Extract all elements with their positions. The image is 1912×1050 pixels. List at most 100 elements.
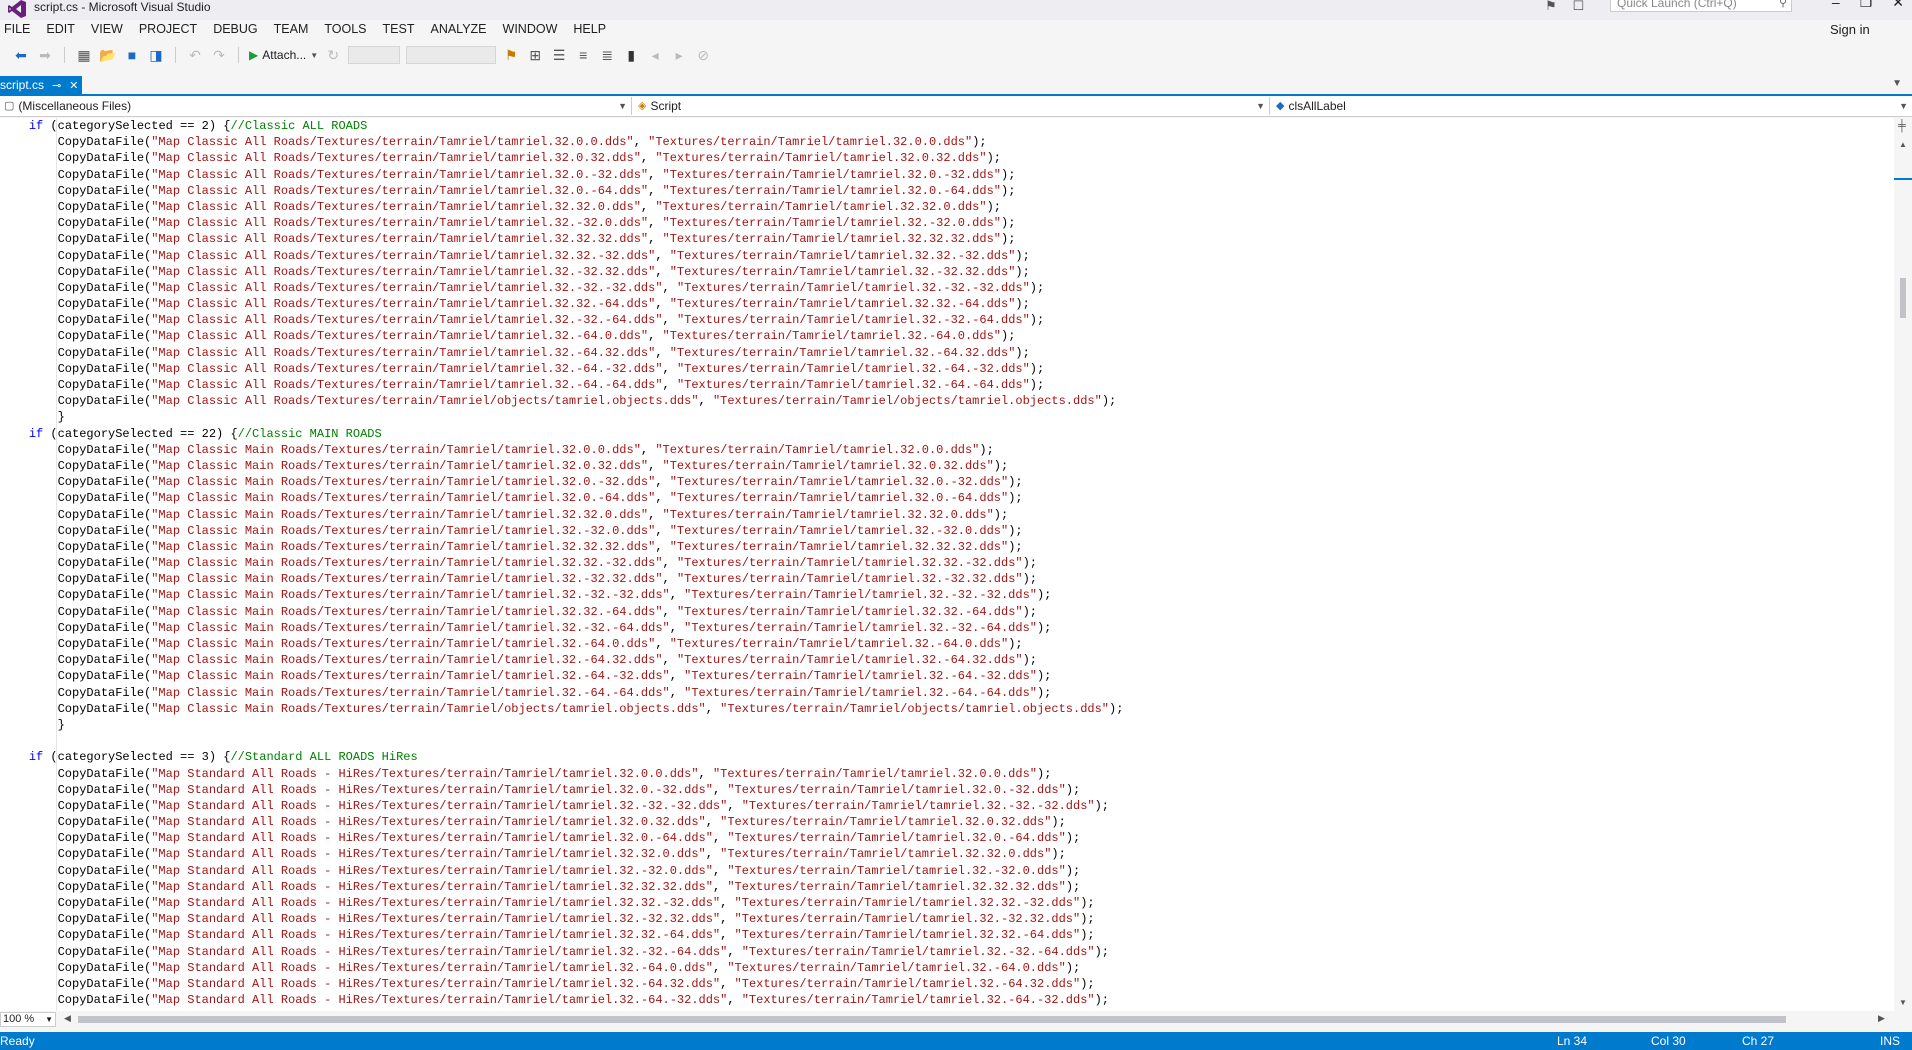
code-line[interactable]: CopyDataFile("Map Classic All Roads/Text… <box>0 167 1123 183</box>
code-line[interactable]: } <box>0 717 1123 733</box>
code-line[interactable]: CopyDataFile("Map Classic All Roads/Text… <box>0 345 1123 361</box>
minimize-button[interactable]: – <box>1832 0 1840 11</box>
code-line[interactable]: CopyDataFile("Map Standard All Roads - H… <box>0 879 1123 895</box>
code-line[interactable]: CopyDataFile("Map Classic All Roads/Text… <box>0 199 1123 215</box>
code-line[interactable]: CopyDataFile("Map Classic All Roads/Text… <box>0 280 1123 296</box>
redo-icon[interactable]: ↷ <box>210 47 228 64</box>
menu-window[interactable]: WINDOW <box>495 20 566 40</box>
scroll-left-icon[interactable]: ◀ <box>64 1013 71 1024</box>
properties-icon[interactable]: ☰ <box>550 47 568 64</box>
split-icon[interactable]: ╪ <box>1898 120 1906 132</box>
code-line[interactable]: CopyDataFile("Map Classic Main Roads/Tex… <box>0 490 1123 506</box>
code-line[interactable]: CopyDataFile("Map Classic All Roads/Text… <box>0 248 1123 264</box>
next-bookmark-icon[interactable]: ▸ <box>670 47 688 64</box>
code-editor[interactable]: if (categorySelected == 2) {//Classic AL… <box>0 118 1894 1011</box>
platform-combo[interactable] <box>406 46 497 64</box>
close-icon[interactable]: ✕ <box>69 79 78 92</box>
code-line[interactable]: CopyDataFile("Map Standard All Roads - H… <box>0 976 1123 992</box>
code-line[interactable]: CopyDataFile("Map Standard All Roads - H… <box>0 944 1123 960</box>
tab-script-cs[interactable]: script.cs ⊸ ✕ <box>0 76 83 94</box>
forward-icon[interactable]: ➡ <box>36 47 54 64</box>
code-line[interactable]: CopyDataFile("Map Standard All Roads - H… <box>0 830 1123 846</box>
undo-icon[interactable]: ↶ <box>186 47 204 64</box>
scroll-thumb[interactable] <box>1900 278 1906 318</box>
code-line[interactable]: CopyDataFile("Map Standard All Roads - H… <box>0 927 1123 943</box>
code-line[interactable]: CopyDataFile("Map Standard All Roads - H… <box>0 782 1123 798</box>
project-combo[interactable]: ▢ (Miscellaneous Files) ▼ <box>0 97 632 115</box>
code-line[interactable]: CopyDataFile("Map Classic Main Roads/Tex… <box>0 587 1123 603</box>
member-combo[interactable]: ◆ clsAllLabel ▼ <box>1272 97 1912 115</box>
code-line[interactable]: CopyDataFile("Map Classic Main Roads/Tex… <box>0 539 1123 555</box>
scroll-up-icon[interactable]: ▲ <box>1899 140 1907 149</box>
code-line[interactable]: CopyDataFile("Map Classic Main Roads/Tex… <box>0 620 1123 636</box>
code-line[interactable]: CopyDataFile("Map Classic All Roads/Text… <box>0 231 1123 247</box>
menu-help[interactable]: HELP <box>565 20 614 40</box>
menu-view[interactable]: VIEW <box>83 20 131 40</box>
menu-test[interactable]: TEST <box>375 20 423 40</box>
zoom-combo[interactable]: 100 % ▼ <box>0 1012 56 1027</box>
configuration-combo[interactable] <box>348 46 401 64</box>
code-line[interactable]: CopyDataFile("Map Classic Main Roads/Tex… <box>0 555 1123 571</box>
code-line[interactable]: CopyDataFile("Map Classic Main Roads/Tex… <box>0 636 1123 652</box>
code-line[interactable]: CopyDataFile("Map Standard All Roads - H… <box>0 863 1123 879</box>
code-line[interactable]: CopyDataFile("Map Classic Main Roads/Tex… <box>0 604 1123 620</box>
menu-team[interactable]: TEAM <box>266 20 317 40</box>
refresh-icon[interactable]: ↻ <box>324 47 342 64</box>
restore-button[interactable]: ❐ <box>1860 0 1873 11</box>
code-line[interactable]: CopyDataFile("Map Classic All Roads/Text… <box>0 361 1123 377</box>
code-line[interactable]: CopyDataFile("Map Classic All Roads/Text… <box>0 150 1123 166</box>
save-icon[interactable]: ■ <box>123 47 141 63</box>
code-line[interactable]: CopyDataFile("Map Standard All Roads - H… <box>0 960 1123 976</box>
search-icon[interactable]: ⚲ <box>1779 0 1787 11</box>
code-line[interactable]: CopyDataFile("Map Classic All Roads/Text… <box>0 296 1123 312</box>
code-line[interactable]: if (categorySelected == 3) {//Standard A… <box>0 749 1123 765</box>
menu-debug[interactable]: DEBUG <box>205 20 265 40</box>
code-line[interactable]: CopyDataFile("Map Classic Main Roads/Tex… <box>0 652 1123 668</box>
bookmark-icon[interactable]: ▮ <box>622 47 640 64</box>
code-line[interactable]: } <box>0 409 1123 425</box>
code-text[interactable]: if (categorySelected == 2) {//Classic AL… <box>0 118 1124 1008</box>
code-line[interactable]: CopyDataFile("Map Classic Main Roads/Tex… <box>0 507 1123 523</box>
save-all-icon[interactable]: ◨ <box>147 47 165 64</box>
code-line[interactable]: CopyDataFile("Map Standard All Roads - H… <box>0 814 1123 830</box>
close-window-button[interactable]: ✕ <box>1892 0 1904 11</box>
code-line[interactable]: CopyDataFile("Map Classic All Roads/Text… <box>0 134 1123 150</box>
code-line[interactable]: CopyDataFile("Map Classic Main Roads/Tex… <box>0 685 1123 701</box>
code-line[interactable]: if (categorySelected == 2) {//Classic AL… <box>0 118 1123 134</box>
sign-in-link[interactable]: Sign in <box>1830 22 1870 37</box>
code-line[interactable]: CopyDataFile("Map Classic Main Roads/Tex… <box>0 668 1123 684</box>
code-line[interactable]: CopyDataFile("Map Standard All Roads - H… <box>0 798 1123 814</box>
code-line[interactable]: CopyDataFile("Map Classic Main Roads/Tex… <box>0 442 1123 458</box>
prev-bookmark-icon[interactable]: ◂ <box>646 47 664 64</box>
code-line[interactable]: CopyDataFile("Map Standard All Roads - H… <box>0 911 1123 927</box>
solution-explorer-icon[interactable]: ⊞ <box>526 47 544 64</box>
feedback-icon[interactable]: ☐ <box>1573 0 1585 14</box>
uncomment-icon[interactable]: ≣ <box>598 47 616 64</box>
code-line[interactable]: CopyDataFile("Map Standard All Roads - H… <box>0 895 1123 911</box>
code-line[interactable]: if (categorySelected == 22) {//Classic M… <box>0 426 1123 442</box>
code-line[interactable]: CopyDataFile("Map Classic All Roads/Text… <box>0 328 1123 344</box>
find-in-files-icon[interactable]: ⚑ <box>502 47 520 64</box>
open-file-icon[interactable]: 📂 <box>99 47 117 64</box>
code-line[interactable]: CopyDataFile("Map Classic All Roads/Text… <box>0 377 1123 393</box>
code-line[interactable]: CopyDataFile("Map Standard All Roads - H… <box>0 992 1123 1008</box>
code-line[interactable]: CopyDataFile("Map Standard All Roads - H… <box>0 846 1123 862</box>
code-line[interactable]: CopyDataFile("Map Classic Main Roads/Tex… <box>0 474 1123 490</box>
code-line[interactable]: CopyDataFile("Map Classic Main Roads/Tex… <box>0 523 1123 539</box>
scroll-right-icon[interactable]: ▶ <box>1878 1013 1885 1024</box>
code-line[interactable] <box>0 733 1123 749</box>
scroll-down-icon[interactable]: ▼ <box>1899 998 1907 1007</box>
type-combo[interactable]: ◈ Script ▼ <box>634 97 1270 115</box>
code-line[interactable]: CopyDataFile("Map Classic All Roads/Text… <box>0 215 1123 231</box>
back-icon[interactable]: ⬅ <box>12 47 30 64</box>
chevron-down-icon[interactable]: ▼ <box>1892 78 1902 89</box>
code-line[interactable]: CopyDataFile("Map Classic All Roads/Text… <box>0 183 1123 199</box>
code-line[interactable]: CopyDataFile("Map Classic All Roads/Text… <box>0 264 1123 280</box>
quick-launch-input[interactable]: Quick Launch (Ctrl+Q) ⚲ <box>1610 0 1792 12</box>
code-line[interactable]: CopyDataFile("Map Classic All Roads/Text… <box>0 312 1123 328</box>
scroll-thumb[interactable] <box>78 1016 1786 1023</box>
code-line[interactable]: CopyDataFile("Map Classic Main Roads/Tex… <box>0 458 1123 474</box>
menu-analyze[interactable]: ANALYZE <box>422 20 494 40</box>
new-project-icon[interactable]: ▦ <box>75 47 93 64</box>
code-line[interactable]: CopyDataFile("Map Classic Main Roads/Tex… <box>0 701 1124 717</box>
